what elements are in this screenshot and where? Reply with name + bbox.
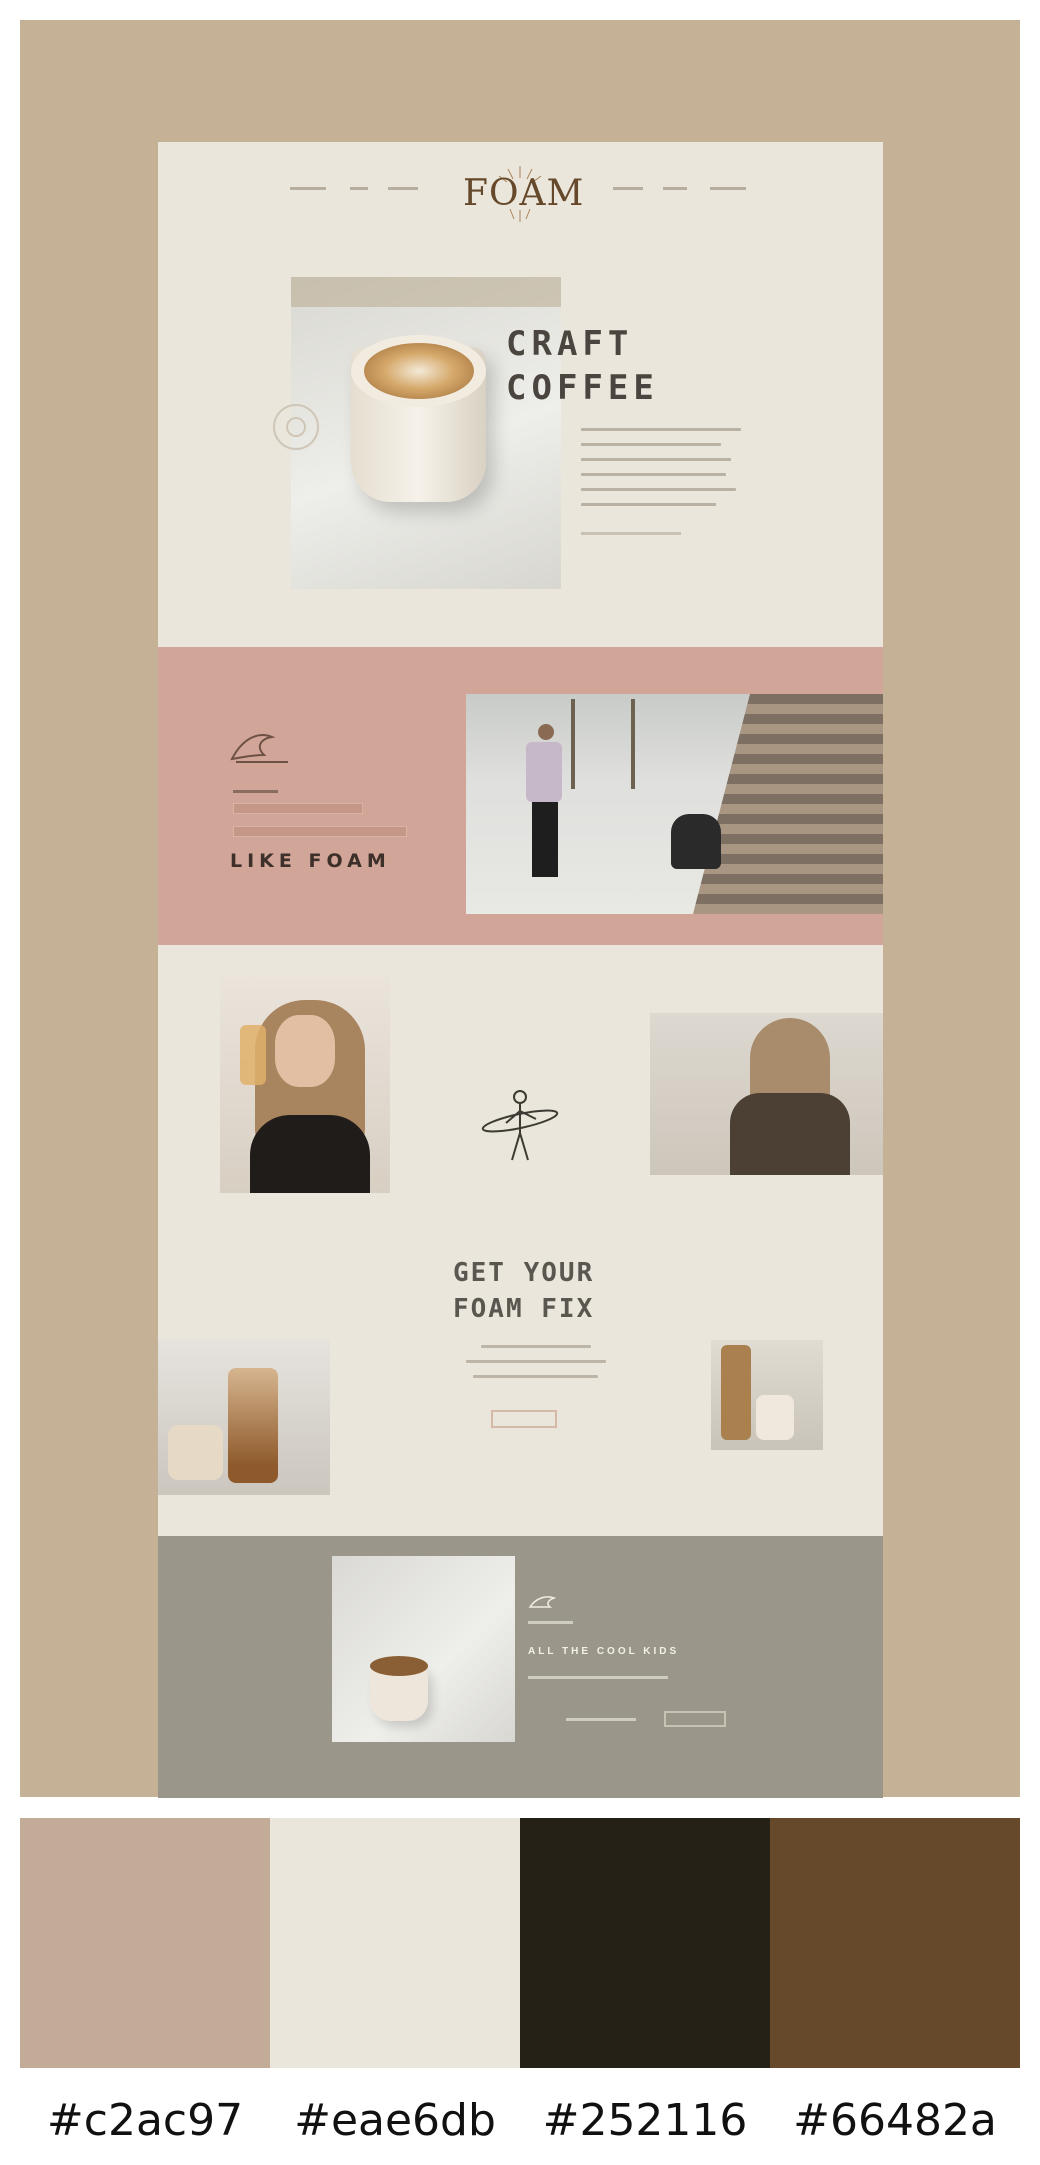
gallery-section: GET YOUR FOAM FIX [158,945,883,1536]
band-heading-line [233,826,407,837]
nav-item[interactable] [350,187,368,190]
band-title: LIKE FOAM [230,850,391,872]
shop-button[interactable] [491,1410,557,1428]
section-title: GET YOUR FOAM FIX [453,1258,595,1324]
swatch-label: #66482a [793,2095,997,2146]
hero-read-more-link[interactable] [581,532,681,535]
band-eyebrow [233,790,278,793]
nav-item[interactable] [613,187,643,190]
color-swatch-4 [770,1818,1020,2068]
wave-icon [528,1596,557,1608]
footer-section: ALL THE COOL KIDS [158,1536,883,1798]
hero-title: CRAFT COFFEE [506,324,659,408]
iced-coffee-photo [158,1340,330,1495]
color-swatch-3 [520,1818,770,2068]
badge-icon [273,404,319,450]
mug-photo [332,1556,515,1742]
color-swatch-2 [270,1818,520,2068]
nav-item[interactable] [290,187,326,190]
footer-eyebrow [528,1621,573,1624]
brand-logo[interactable]: FOAM [463,164,583,224]
footer-link[interactable] [566,1718,636,1721]
nav-item[interactable] [388,187,418,190]
footer-copy-line [528,1676,668,1679]
footer-button[interactable] [664,1711,726,1727]
skater-photo [466,694,883,914]
nav-item[interactable] [663,187,687,190]
swatch-label: #eae6db [294,2095,496,2146]
coffee-drinks-photo [711,1340,823,1450]
swatch-label: #c2ac97 [46,2095,244,2146]
hero-copy-block [581,428,741,518]
brand-band-section: LIKE FOAM [158,647,883,945]
hero-section: FOAM CRAFT COFFEE [158,142,883,647]
band-heading-line [233,803,363,814]
woman-drinking-photo [650,1013,883,1175]
section-copy-block [463,1345,608,1390]
nav-item[interactable] [710,187,746,190]
swatch-label: #252116 [542,2095,748,2146]
wave-icon [230,734,288,763]
surfer-icon [481,1090,559,1161]
color-swatch-1 [20,1818,270,2068]
footer-title: ALL THE COOL KIDS [528,1646,680,1657]
logo-text: FOAM [463,173,585,214]
woman-toasting-photo [220,975,390,1193]
